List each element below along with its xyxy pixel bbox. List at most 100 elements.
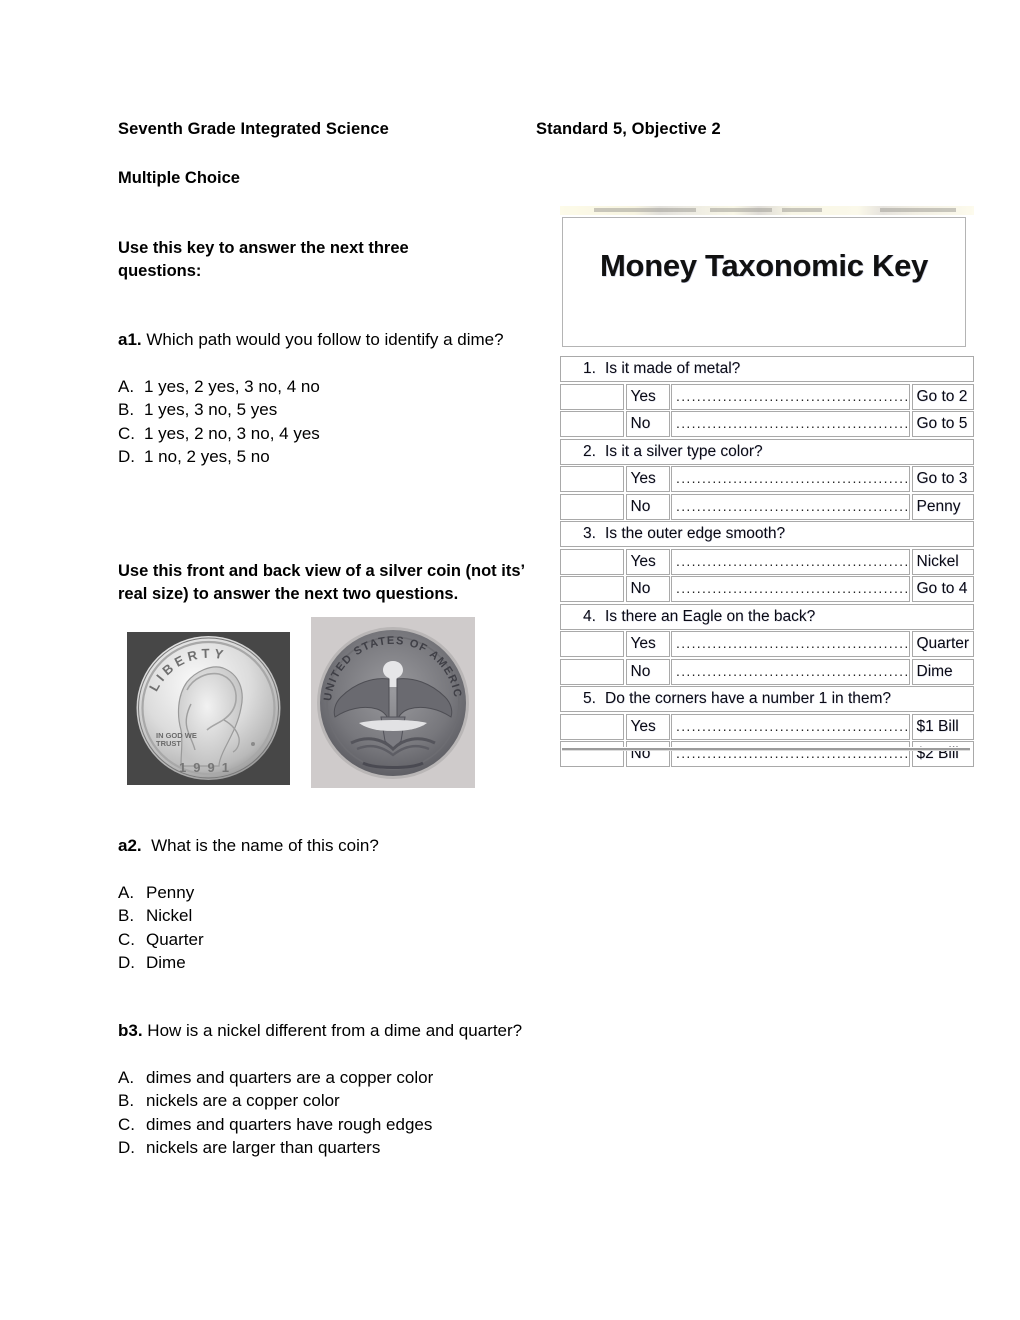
- option[interactable]: D. nickels are larger than quarters: [118, 1136, 678, 1160]
- key-result-cell: Penny: [911, 493, 974, 520]
- key-blank-cell[interactable]: [560, 576, 624, 602]
- key-answer-cell: No: [625, 576, 670, 602]
- key-result-cell: $2 Bill: [911, 741, 974, 767]
- key-branch-row: Yes ....................................…: [560, 548, 974, 575]
- key-blank-cell[interactable]: [560, 631, 624, 657]
- key-answer-cell: No: [625, 741, 670, 767]
- key-question-cell: 1. Is it made of metal?: [560, 356, 974, 382]
- key-leader-cell: ........................................…: [671, 493, 910, 520]
- key-leader-cell: ........................................…: [671, 383, 910, 410]
- option-text: nickels are larger than quarters: [146, 1138, 381, 1157]
- key-branch-row: Yes ....................................…: [560, 631, 974, 657]
- question-b3-options: A. dimes and quarters are a copper color …: [118, 1066, 678, 1160]
- key-leader-cell: ........................................…: [671, 713, 910, 740]
- key-result-cell: Nickel: [911, 548, 974, 575]
- key-bottom-edge: [562, 747, 970, 751]
- option[interactable]: C. 1 yes, 2 no, 3 no, 4 yes: [118, 422, 548, 446]
- question-a2-label: a2.: [118, 836, 142, 855]
- key-answer-cell: No: [625, 658, 670, 685]
- option-letter: C.: [118, 1114, 135, 1134]
- option[interactable]: A. 1 yes, 2 yes, 3 no, 4 no: [118, 375, 548, 399]
- svg-text:TRUST: TRUST: [156, 739, 181, 748]
- key-blank-cell[interactable]: [560, 548, 624, 575]
- question-a1-label: a1.: [118, 330, 142, 349]
- option-letter: A.: [118, 376, 135, 396]
- standard-objective: Standard 5, Objective 2: [536, 120, 721, 138]
- key-answer-cell: Yes: [625, 631, 670, 657]
- key-answer-cell: No: [625, 493, 670, 520]
- key-question-cell: 3. Is the outer edge smooth?: [560, 521, 974, 547]
- key-step-number: 2.: [583, 442, 596, 460]
- option-letter: B.: [118, 1091, 135, 1110]
- key-blank-cell[interactable]: [560, 741, 624, 767]
- key-step-question: Is it a silver type color?: [605, 442, 763, 460]
- option[interactable]: C. dimes and quarters have rough edges: [118, 1113, 678, 1137]
- option-letter: D.: [118, 953, 135, 972]
- option[interactable]: B. Nickel: [118, 904, 538, 928]
- question-a2-options: A. Penny B. Nickel C. Quarter D. Dime: [118, 881, 538, 975]
- key-step-number: 5.: [583, 690, 596, 707]
- course-title: Seventh Grade Integrated Science: [118, 120, 389, 138]
- key-question-cell: 2. Is it a silver type color?: [560, 438, 974, 465]
- question-a1-options: A. 1 yes, 2 yes, 3 no, 4 no B. 1 yes, 3 no…: [118, 375, 548, 469]
- coin-instruction-text: Use this front and back view of a silver…: [118, 562, 525, 603]
- key-title: Money Taxonomic Key: [600, 248, 928, 283]
- option[interactable]: A. dimes and quarters are a copper color: [118, 1066, 678, 1090]
- key-question-cell: 5. Do the corners have a number 1 in them…: [560, 686, 974, 712]
- option[interactable]: B. nickels are a copper color: [118, 1089, 678, 1113]
- key-branch-row: No .....................................…: [560, 741, 974, 767]
- quarter-reverse-photo: UNITED STATES OF AMERICA: [311, 617, 475, 788]
- question-a1-stem: a1. Which path would you follow to ident…: [118, 328, 548, 352]
- key-blank-cell[interactable]: [560, 658, 624, 685]
- option[interactable]: A. Penny: [118, 881, 538, 905]
- question-a2-text: What is the name of this coin?: [151, 836, 379, 855]
- key-blank-cell[interactable]: [560, 411, 624, 437]
- option[interactable]: B. 1 yes, 3 no, 5 yes: [118, 398, 548, 422]
- key-branch-row: No .....................................…: [560, 658, 974, 685]
- key-blank-cell[interactable]: [560, 713, 624, 740]
- option-letter: A.: [118, 1067, 135, 1087]
- option-text: Penny: [146, 882, 195, 902]
- key-result-cell: Quarter: [911, 631, 974, 657]
- key-answer-cell: Yes: [625, 383, 670, 410]
- key-leader-cell: ........................................…: [671, 466, 910, 492]
- option[interactable]: D. 1 no, 2 yes, 5 no: [118, 445, 548, 469]
- option-text: dimes and quarters have rough edges: [146, 1114, 433, 1134]
- option-letter: C.: [118, 423, 135, 443]
- key-result-cell: $1 Bill: [911, 713, 974, 740]
- question-a1: a1. Which path would you follow to ident…: [118, 328, 548, 469]
- key-answer-cell: Yes: [625, 466, 670, 492]
- key-branch-row: Yes ....................................…: [560, 713, 974, 740]
- option[interactable]: D. Dime: [118, 951, 538, 975]
- option-text: 1 yes, 2 yes, 3 no, 4 no: [144, 376, 320, 396]
- option-text: 1 yes, 3 no, 5 yes: [144, 400, 278, 419]
- key-branch-row: Yes ....................................…: [560, 466, 974, 492]
- option-text: Nickel: [146, 906, 193, 925]
- key-leader-cell: ........................................…: [671, 658, 910, 685]
- key-step-question: Do the corners have a number 1 in them?: [605, 690, 892, 707]
- option-text: 1 no, 2 yes, 5 no: [144, 447, 270, 466]
- key-question-row: 4. Is there an Eagle on the back?: [560, 603, 974, 630]
- option[interactable]: C. Quarter: [118, 928, 538, 952]
- key-title-frame: Money Taxonomic Key: [562, 217, 966, 347]
- key-result-cell: Go to 5: [911, 411, 974, 437]
- option-letter: B.: [118, 906, 135, 925]
- key-question-row: 1. Is it made of metal?: [560, 356, 974, 382]
- key-answer-cell: Yes: [625, 713, 670, 740]
- key-blank-cell[interactable]: [560, 466, 624, 492]
- key-blank-cell[interactable]: [560, 493, 624, 520]
- svg-text:1991: 1991: [179, 760, 236, 775]
- key-result-cell: Go to 3: [911, 466, 974, 492]
- key-leader-cell: ........................................…: [671, 741, 910, 767]
- key-leader-cell: ........................................…: [671, 548, 910, 575]
- option-letter: D.: [118, 1138, 135, 1157]
- question-a1-text: Which path would you follow to identify …: [146, 330, 504, 349]
- key-step-number: 1.: [583, 360, 596, 377]
- key-step-number: 4.: [583, 607, 596, 625]
- question-a2: a2. What is the name of this coin? A. Pen…: [118, 834, 538, 975]
- key-blank-cell[interactable]: [560, 383, 624, 410]
- key-answer-cell: Yes: [625, 548, 670, 575]
- key-question-cell: 4. Is there an Eagle on the back?: [560, 603, 974, 630]
- question-b3-text: How is a nickel different from a dime an…: [147, 1021, 523, 1040]
- key-leader-cell: ........................................…: [671, 576, 910, 602]
